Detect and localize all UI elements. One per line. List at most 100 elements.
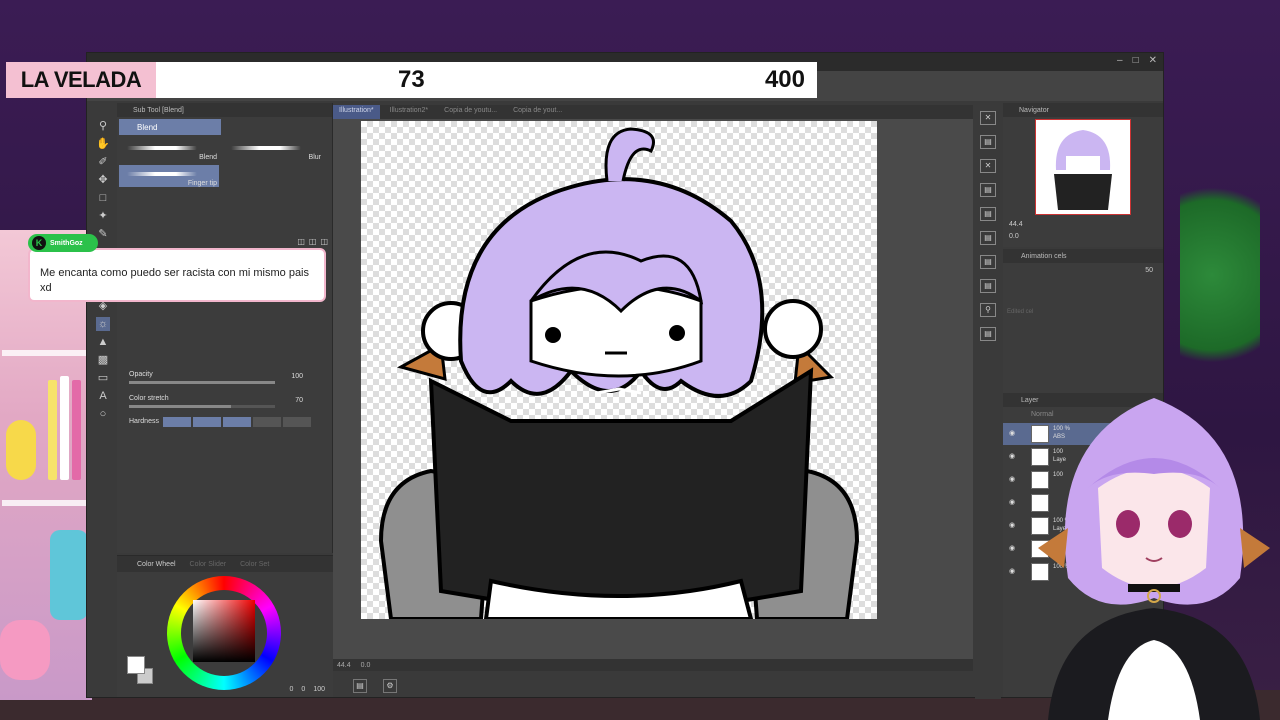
tab-color-slider[interactable]: Color Slider [190,561,227,568]
brush-stroke-preview [231,146,301,150]
saturation-value-square[interactable] [193,600,255,662]
visibility-eye-icon[interactable]: ◉ [1009,521,1019,529]
hardness-segment[interactable] [283,417,311,427]
subtool-tab-blend[interactable]: Blend [119,119,221,135]
sweater [428,367,814,604]
hue-ring[interactable] [167,576,281,690]
shelf-line [2,350,90,356]
scoreboard-title: LA VELADA [6,62,156,98]
move-icon[interactable]: ✥ [96,173,110,187]
hardness-segment[interactable] [253,417,281,427]
thumb-face [1066,156,1100,172]
brush-tile-blur[interactable]: Blur [223,139,323,161]
brush-tile-blend[interactable]: Blend [119,139,219,161]
hardness-segment[interactable] [163,417,191,427]
close-palette-icon[interactable]: ✕ [980,159,996,173]
text-icon[interactable]: A [96,389,110,403]
tab-copia-1[interactable]: Copia de youtu... [438,105,503,119]
tab-color-wheel[interactable]: Color Wheel [137,561,176,568]
gradient-icon[interactable]: ▩ [96,353,110,367]
magic-wand-icon[interactable]: ✦ [96,209,110,223]
property-color-stretch[interactable]: Color stretch 70 [123,395,323,409]
animation-title: Animation cels [1003,249,1163,263]
property-opacity[interactable]: Opacity 100 [123,371,323,385]
auto-action-icon[interactable]: ▤ [980,327,996,341]
book [72,380,81,480]
chat-username-badge: K SmithGoz [28,234,98,252]
layout-icon[interactable]: ▤ [353,679,367,693]
visibility-eye-icon[interactable]: ◉ [1009,452,1019,460]
history-icon[interactable]: ▤ [980,255,996,269]
hardness-segment[interactable] [193,417,221,427]
thumbnail-illustration [1054,130,1112,210]
visibility-eye-icon[interactable]: ◉ [1009,429,1019,437]
vtuber-avatar [1028,378,1280,720]
color-value: 0 [301,686,306,693]
property-fill [129,405,231,408]
brush-stroke-preview [127,146,197,150]
settings-icon[interactable]: ⚙ [383,679,397,693]
avatar-ear-left [1038,528,1068,568]
tab-copia-2[interactable]: Copia de yout... [507,105,568,119]
avatar-ear-right [1240,528,1270,568]
visibility-eye-icon[interactable]: ◉ [1009,544,1019,552]
visibility-eye-icon[interactable]: ◉ [1009,475,1019,483]
brush-name: Blend [199,154,217,161]
property-hardness[interactable]: Hardness [123,415,323,429]
canvas-area [333,119,973,659]
brush-name: Blur [308,154,321,161]
navigator-zoom[interactable]: 44.4 [1009,221,1023,228]
animation-value[interactable]: 50 [1145,267,1153,274]
drawing-canvas[interactable] [361,121,877,619]
hand-icon[interactable]: ✋ [96,137,110,151]
color-value: 0 [289,686,294,693]
chat-username: SmithGoz [50,239,83,247]
close-palette-icon[interactable]: ✕ [980,111,996,125]
selection-icon[interactable]: □ [96,191,110,205]
main-color-swatch[interactable] [127,656,145,674]
zoom-icon[interactable]: ⚲ [96,119,110,133]
clip-studio-window: – □ ✕ ⚲ ✋ ✐ ✥ □ ✦ ✎ ✑ ❋ ✧ ◈ ☼ ▲ ▩ ▭ A ○ … [86,52,1164,699]
tab-color-set[interactable]: Color Set [240,561,269,568]
navigator-angle[interactable]: 0.0 [1009,233,1019,240]
palette-dock-icons: ✕ ▤ ✕ ▤ ▤ ▤ ▤ ▤ ⚲ ▤ [975,105,1001,699]
toy-figure [0,620,50,680]
scoreboard-overlay: LA VELADA 73 400 [6,62,817,98]
brush-tile-finger-tip[interactable]: Finger tip [119,165,219,187]
shelf-line [2,500,90,506]
avatar-face [1098,468,1210,588]
close-icon[interactable]: ✕ [1149,55,1157,66]
sub-view-icon[interactable]: ▤ [980,183,996,197]
fill-icon[interactable]: ▲ [96,335,110,349]
info-icon[interactable]: ▤ [980,207,996,221]
chat-message: Me encanta como puedo ser racista con mi… [28,234,326,302]
thumb-body [1054,174,1112,210]
brush-name: Finger tip [187,180,217,187]
navigator-thumbnail[interactable] [1035,119,1131,215]
hardness-segment[interactable] [223,417,251,427]
visibility-eye-icon[interactable]: ◉ [1009,498,1019,506]
eyedropper-icon[interactable]: ✐ [96,155,110,169]
maximize-icon[interactable]: □ [1133,55,1139,66]
scoreboard-left-score: 73 [398,66,425,93]
minimize-icon[interactable]: – [1117,55,1123,66]
scoreboard-right-score: 400 [764,66,805,93]
visibility-eye-icon[interactable]: ◉ [1009,567,1019,575]
layer-property-icon[interactable]: ▤ [980,231,996,245]
chat-message-text: Me encanta como puedo ser racista con mi… [28,248,326,302]
character-illustration [378,127,860,619]
canvas-status-bar: 44.4 0.0 [333,659,973,671]
color-value: 100 [313,686,325,693]
animation-ghost-text: Edited cel [1007,309,1034,315]
timeline-icon[interactable]: ▤ [980,279,996,293]
figure-icon[interactable]: ▭ [96,371,110,385]
material-icon[interactable]: ▤ [980,135,996,149]
balloon-icon[interactable]: ○ [96,407,110,421]
angle-readout: 0.0 [360,661,371,669]
tab-illustration2[interactable]: Illustration2* [384,105,435,119]
search-icon[interactable]: ⚲ [980,303,996,317]
navigator-title: Navigator [1003,103,1163,117]
tab-illustration[interactable]: Illustration* [333,105,380,119]
blend-tool-icon[interactable]: ☼ [96,317,110,331]
property-value: 100 [291,373,303,380]
